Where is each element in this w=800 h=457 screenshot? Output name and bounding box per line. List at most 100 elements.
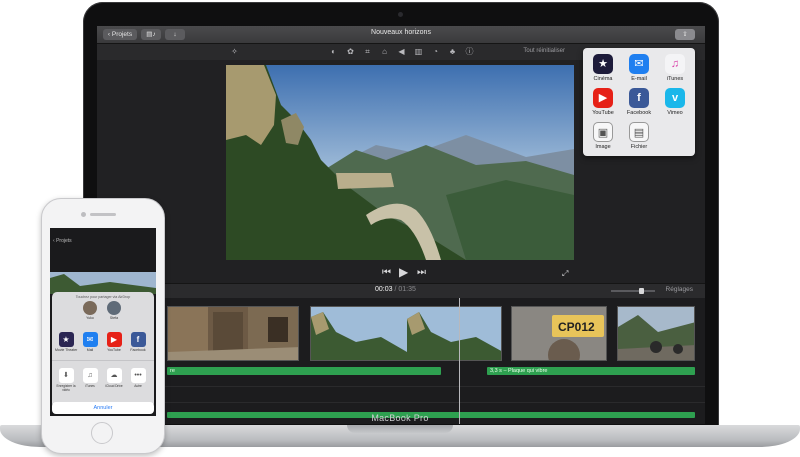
share-popover: ★ Cinéma ✉ E-mail ♫ iTunes ▶ YouTube f F… — [583, 48, 695, 156]
share-icon: ⇪ — [682, 31, 688, 38]
share-button[interactable]: ⇪ — [675, 29, 695, 40]
itunes-icon: ♫ — [82, 368, 98, 383]
contact-name: Yuko — [86, 316, 94, 320]
viewer-frame-image — [226, 65, 574, 260]
crop-icon[interactable]: ⌗ — [363, 47, 372, 56]
timecode: 00:03 / 01:35 — [375, 286, 416, 293]
share-label: Cinéma — [593, 76, 613, 82]
video-clip-sign[interactable]: CP012 — [511, 306, 607, 361]
share-image-button[interactable]: ▣ Image — [585, 122, 621, 150]
timeline[interactable]: CP012 re 3,3 s – Plaque qui vibre — [97, 298, 705, 424]
youtube-icon: ▶ — [593, 88, 613, 108]
share-label: iTunes — [666, 76, 684, 82]
equalizer-icon[interactable]: ▥ — [414, 47, 423, 56]
airdrop-contact[interactable]: Yuko — [80, 301, 100, 320]
timeline-zoom-slider[interactable] — [611, 288, 655, 294]
movie-theater-star-icon: ★ — [58, 332, 74, 347]
play-icon[interactable]: ▶ — [399, 265, 408, 279]
front-camera — [81, 212, 86, 217]
project-thumbnail-image — [50, 272, 156, 294]
share-app-movie-theater[interactable]: ★ Movie Theater — [55, 332, 77, 352]
clip-thumbnail — [168, 307, 298, 360]
video-clip-village[interactable] — [167, 306, 299, 361]
action-more[interactable]: ••• Autre — [127, 368, 149, 388]
share-label: E-mail — [631, 76, 647, 82]
volume-icon[interactable]: ◀ — [397, 47, 406, 56]
noise-reduction-icon[interactable]: ♣ — [448, 47, 457, 56]
clip-thumbnail — [311, 307, 501, 360]
share-youtube-button[interactable]: ▶ YouTube — [585, 88, 621, 116]
more-dots-icon: ••• — [130, 368, 146, 383]
video-clip-mountains[interactable] — [310, 306, 502, 361]
youtube-icon: ▶ — [106, 332, 122, 347]
clip-thumbnail — [618, 307, 694, 360]
share-vimeo-button[interactable]: v Vimeo — [657, 88, 693, 116]
earpiece-speaker — [90, 213, 116, 216]
image-icon: ▣ — [593, 122, 613, 142]
airdrop-contact[interactable]: Stefa — [104, 301, 124, 320]
cancel-button[interactable]: Annuler — [52, 402, 154, 414]
color-palette-icon[interactable]: ✿ — [346, 47, 355, 56]
window-title: Nouveaux horizons — [371, 29, 431, 36]
color-balance-icon[interactable]: ◐ — [329, 47, 338, 56]
svg-text:CP012: CP012 — [558, 320, 595, 334]
airdrop-hint: Touchez pour partager via AirDrop — [75, 295, 131, 299]
action-label: Enregistrer la vidéo — [56, 384, 76, 392]
video-clip-motorbike[interactable] — [617, 306, 695, 361]
playhead[interactable] — [459, 298, 460, 424]
app-label: YouTube — [107, 348, 121, 352]
avatar — [107, 301, 121, 315]
app-label: Mail — [86, 348, 94, 352]
app-label: Facebook — [130, 348, 146, 352]
share-facebook-button[interactable]: f Facebook — [621, 88, 657, 116]
file-film-icon: ▤ — [629, 122, 649, 142]
share-app-mail[interactable]: ✉ Mail — [79, 332, 101, 352]
home-button[interactable] — [91, 422, 113, 444]
share-label: Image — [595, 144, 611, 150]
action-itunes[interactable]: ♫ iTunes — [79, 368, 101, 388]
share-label: YouTube — [592, 110, 614, 116]
action-save-video[interactable]: ⬇ Enregistrer la vidéo — [55, 368, 77, 392]
project-thumbnail — [50, 272, 156, 294]
title-bar: ‹ Projets ▤♪ ↓ Nouveaux horizons ⇪ — [97, 26, 705, 44]
info-icon[interactable]: ⓘ — [465, 47, 474, 56]
timeline-lane-divider — [97, 386, 705, 387]
audio-clip[interactable]: re — [167, 367, 441, 375]
speed-icon[interactable]: ◔ — [431, 47, 440, 56]
clip-thumbnail: CP012 — [512, 307, 606, 360]
mail-icon: ✉ — [629, 54, 649, 74]
share-email-button[interactable]: ✉ E-mail — [621, 54, 657, 82]
timecode-total: 01:35 — [398, 286, 416, 293]
settings-button[interactable]: Réglages — [666, 286, 693, 293]
audio-clip[interactable]: 3,3 s – Plaque qui vibre — [487, 367, 695, 375]
action-icloud-drive[interactable]: ☁ iCloud Drive — [103, 368, 125, 388]
share-cinema-button[interactable]: ★ Cinéma — [585, 54, 621, 82]
share-app-facebook[interactable]: f Facebook — [127, 332, 149, 352]
share-file-button[interactable]: ▤ Fichier — [621, 122, 657, 150]
iphone: ‹ Projets Touchez pour partager via AirD… — [41, 198, 165, 454]
video-viewer[interactable] — [226, 65, 574, 260]
skip-forward-icon[interactable]: ⏭ — [417, 267, 426, 278]
share-itunes-button[interactable]: ♫ iTunes — [657, 54, 693, 82]
imovie-window: ‹ Projets ▤♪ ↓ Nouveaux horizons ⇪ ✧ ◐ ✿… — [97, 26, 705, 424]
reset-all-button[interactable]: Tout réinitialiser — [523, 48, 565, 54]
projects-back-link[interactable]: ‹ Projets — [53, 238, 72, 244]
app-label: Movie Theater — [55, 348, 78, 352]
stabilize-camera-icon[interactable]: ⌂ — [380, 47, 389, 56]
facebook-icon: f — [130, 332, 146, 347]
avatar — [83, 301, 97, 315]
fullscreen-icon[interactable]: ⤢ — [562, 269, 568, 279]
skip-back-icon[interactable]: ⏮ — [382, 267, 391, 278]
mail-icon: ✉ — [82, 332, 98, 347]
timecode-separator: / — [394, 286, 397, 293]
action-label: iCloud Drive — [105, 384, 123, 388]
macbook-camera — [398, 12, 403, 17]
macbook-opening-notch — [347, 425, 453, 433]
magic-wand-icon[interactable]: ✧ — [230, 47, 239, 56]
share-app-youtube[interactable]: ▶ YouTube — [103, 332, 125, 352]
itunes-icon: ♫ — [665, 54, 685, 74]
share-label: Vimeo — [667, 110, 683, 116]
timeline-zoom-knob[interactable] — [639, 288, 645, 294]
time-bar: 00:03 / 01:35 Réglages — [97, 283, 705, 298]
timeline-lane-divider — [97, 402, 705, 403]
